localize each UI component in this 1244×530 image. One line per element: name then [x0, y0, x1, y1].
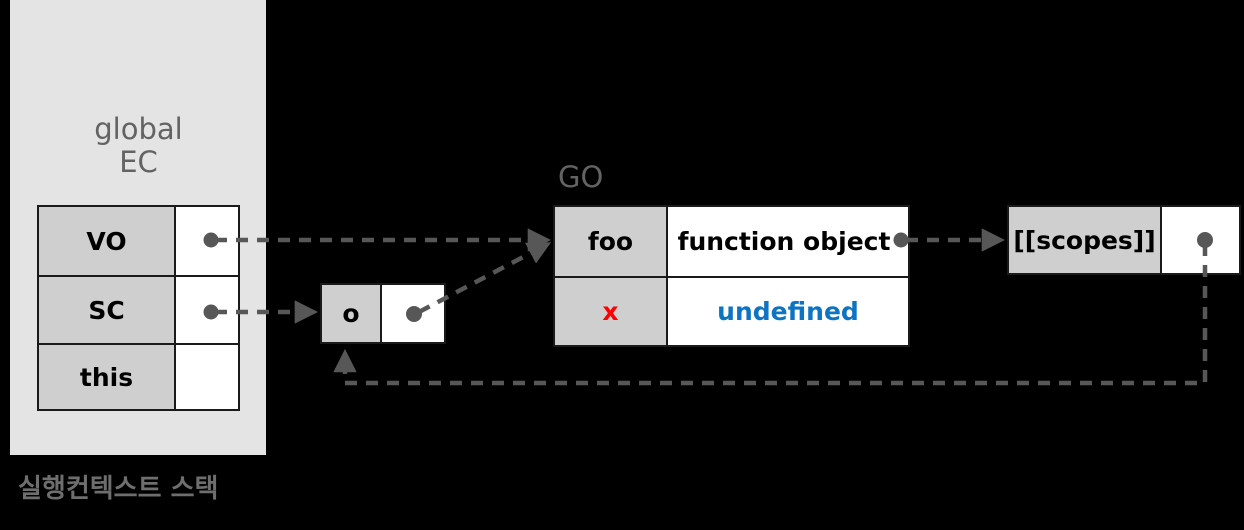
go-row-key-x: x — [555, 278, 668, 345]
o-box-value — [382, 285, 444, 342]
ec-row-value-this — [176, 345, 238, 409]
ec-row-value-sc — [176, 277, 238, 343]
table-row: this — [39, 343, 238, 409]
ec-row-key-sc: SC — [39, 277, 176, 343]
execution-context-table: VO SC this — [37, 205, 240, 411]
global-ec-title-line2: EC — [119, 145, 158, 179]
scopes-box-value — [1162, 207, 1239, 273]
scopes-box-key: [[scopes]] — [1009, 207, 1162, 273]
go-row-value-foo: function object — [668, 207, 908, 276]
scope-chain-object-box: o — [320, 283, 446, 344]
global-ec-title: global EC — [37, 113, 240, 179]
go-row-value-x: undefined — [668, 278, 908, 345]
global-object-table: foo function object x undefined — [553, 205, 910, 347]
go-row-value-foo-text: function object — [677, 227, 891, 256]
table-row: foo function object — [555, 207, 908, 276]
ec-row-key-vo: VO — [39, 207, 176, 275]
scopes-box: [[scopes]] — [1007, 205, 1241, 275]
go-row-key-foo: foo — [555, 207, 668, 276]
table-row: o — [322, 285, 444, 342]
diagram-canvas: global EC VO SC this 실행컨텍스트 스택 o GO foo … — [0, 0, 1244, 530]
ec-row-key-this: this — [39, 345, 176, 409]
table-row: x undefined — [555, 276, 908, 345]
global-object-title: GO — [558, 160, 604, 194]
stack-caption: 실행컨텍스트 스택 — [18, 474, 219, 504]
ec-row-value-vo — [176, 207, 238, 275]
table-row: SC — [39, 275, 238, 343]
global-ec-title-line1: global — [94, 112, 183, 146]
table-row: VO — [39, 207, 238, 275]
o-box-key: o — [322, 285, 382, 342]
table-row: [[scopes]] — [1009, 207, 1239, 273]
